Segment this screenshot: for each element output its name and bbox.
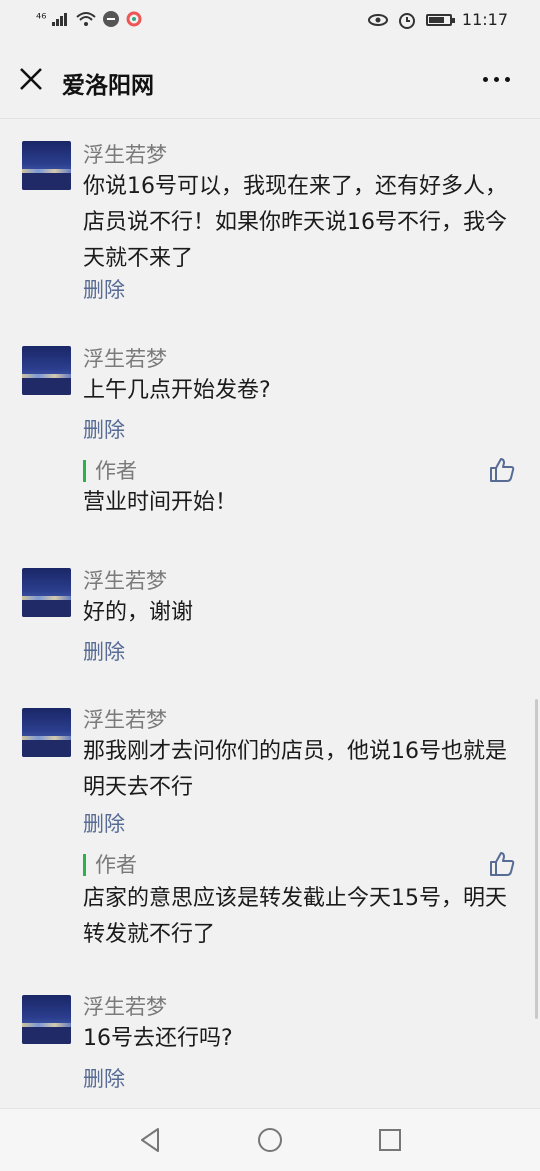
- battery-icon: [425, 13, 455, 26]
- comment-text: 上午几点开始发卷?: [83, 378, 271, 403]
- avatar[interactable]: [22, 568, 71, 617]
- recent-square-icon[interactable]: [375, 1125, 405, 1155]
- author-reply-label: 作者: [83, 460, 137, 482]
- avatar[interactable]: [22, 995, 71, 1044]
- avatar[interactable]: [22, 708, 71, 757]
- delete-button[interactable]: 删除: [83, 808, 125, 838]
- author-reply-text: 店家的意思应该是转发截止今天15号，明天转发就不行了: [83, 886, 507, 947]
- system-nav-bar: [0, 1108, 540, 1171]
- app-notification-icon: [103, 11, 120, 27]
- thumbs-up-icon[interactable]: [488, 456, 516, 484]
- signal-icon: [52, 13, 68, 26]
- author-reply-text: 营业时间开始！: [83, 490, 238, 515]
- clock: 11:17: [461, 10, 508, 29]
- comment-nickname: 浮生若梦: [83, 569, 167, 593]
- wifi-icon: [76, 12, 97, 26]
- close-icon: [20, 68, 42, 90]
- comment-nickname: 浮生若梦: [83, 347, 167, 371]
- comment-text: 你说16号可以，我现在来了，还有好多人，店员说不行！如果你昨天说16号不行，我今…: [83, 174, 507, 271]
- comment-nickname: 浮生若梦: [83, 708, 167, 732]
- close-button[interactable]: [14, 62, 48, 96]
- delete-button[interactable]: 删除: [83, 1063, 125, 1093]
- avatar[interactable]: [22, 141, 71, 190]
- colorful-app-icon: [126, 11, 142, 27]
- home-circle-icon[interactable]: [255, 1125, 285, 1155]
- comment-nickname: 浮生若梦: [83, 143, 167, 167]
- delete-button[interactable]: 删除: [83, 274, 125, 304]
- more-button[interactable]: [476, 64, 516, 94]
- comment-list[interactable]: 浮生若梦 你说16号可以，我现在来了，还有好多人，店员说不行！如果你昨天说16号…: [0, 119, 540, 1105]
- alarm-icon: [398, 12, 415, 29]
- back-triangle-icon[interactable]: [136, 1125, 166, 1155]
- comment-text: 那我刚才去问你们的店员，他说16号也就是明天去不行: [83, 739, 507, 800]
- more-icon-dot: [493, 76, 499, 82]
- status-left: ⁴⁶: [36, 10, 142, 28]
- network-type: ⁴⁶: [36, 11, 47, 27]
- status-right: 11:17: [367, 10, 508, 29]
- comment-nickname: 浮生若梦: [83, 995, 167, 1019]
- page-title: 爱洛阳网: [62, 73, 154, 99]
- author-reply-label: 作者: [83, 854, 137, 876]
- status-bar: ⁴⁶ 11:17: [0, 0, 540, 44]
- more-icon-dot: [504, 76, 510, 82]
- eye-comfort-icon: [367, 13, 388, 26]
- delete-button[interactable]: 删除: [83, 414, 125, 444]
- delete-button[interactable]: 删除: [83, 636, 125, 666]
- avatar[interactable]: [22, 346, 71, 395]
- title-bar: 爱洛阳网: [0, 44, 540, 119]
- more-icon-dot: [482, 76, 488, 82]
- comment-text: 16号去还行吗?: [83, 1026, 233, 1051]
- thumbs-up-icon[interactable]: [488, 850, 516, 878]
- scrollbar[interactable]: [535, 699, 538, 1019]
- comment-text: 好的，谢谢: [83, 600, 194, 625]
